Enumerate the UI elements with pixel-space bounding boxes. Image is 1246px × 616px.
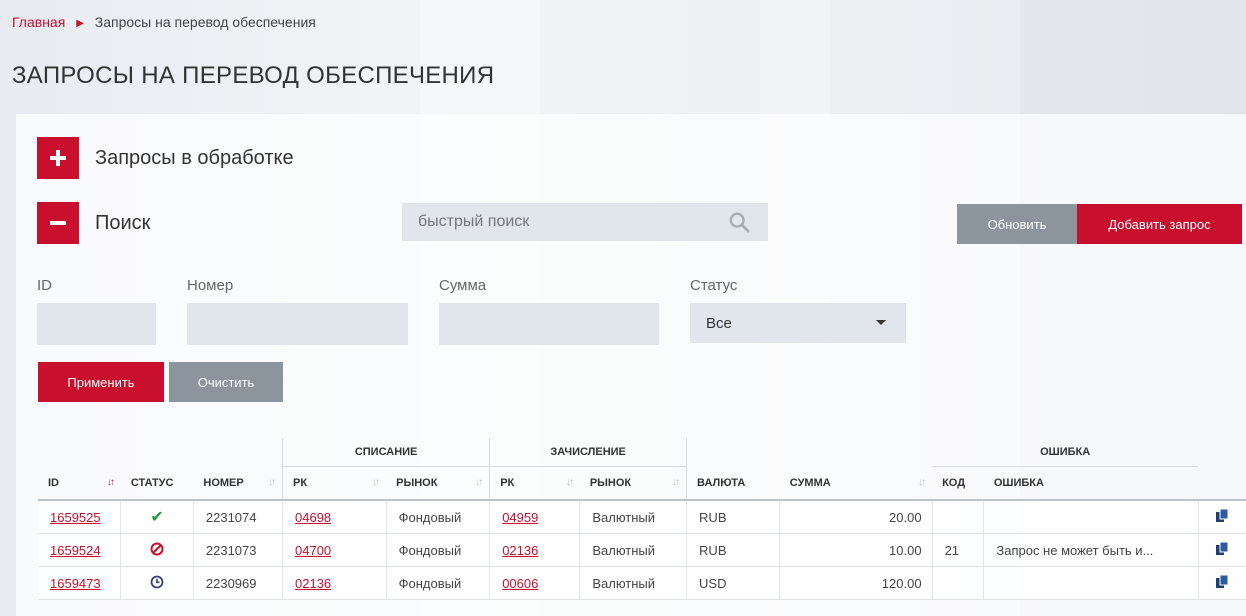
sort-icon[interactable]: ↓↑ (372, 477, 380, 488)
section-search: Поиск (37, 202, 150, 244)
clear-button[interactable]: Очистить (169, 362, 283, 402)
filter-sum-input[interactable] (439, 303, 659, 345)
currency: RUB (686, 533, 781, 567)
credit-rk-link[interactable]: 04959 (502, 510, 538, 525)
credit-rk-link[interactable]: 00606 (502, 576, 538, 591)
error-code: 21 (932, 533, 985, 567)
col-id[interactable]: ID ↓↑ (38, 466, 121, 501)
filter-number-label: Номер (187, 277, 234, 294)
col-credit-market[interactable]: РЫНОК ↓↑ (579, 466, 687, 501)
error-code (932, 500, 985, 534)
filter-number-input[interactable] (187, 303, 408, 345)
sort-icon[interactable]: ↓↑ (475, 477, 483, 488)
filter-id-label: ID (37, 277, 52, 294)
apply-button[interactable]: Применить (38, 362, 164, 402)
plus-icon (50, 150, 66, 166)
col-error-code: КОД (932, 466, 984, 501)
checkmark-icon: ✔ (150, 509, 164, 526)
breadcrumb-home-link[interactable]: Главная (12, 14, 65, 30)
refresh-button[interactable]: Обновить (957, 204, 1077, 244)
sort-icon[interactable]: ↓↑ (268, 477, 276, 488)
breadcrumb-current: Запросы на перевод обеспечения (94, 14, 316, 30)
table-row: 1659525 ✔ 2231074 04698 Фондовый 04959 В… (38, 500, 1246, 534)
request-id-link[interactable]: 1659524 (50, 543, 101, 558)
col-credit-rk[interactable]: РК ↓↑ (489, 466, 580, 501)
section-processing: Запросы в обработке (37, 137, 294, 179)
debit-rk-link[interactable]: 04700 (295, 543, 331, 558)
group-error: ОШИБКА (932, 438, 1199, 467)
section-search-label: Поиск (95, 211, 151, 234)
sort-icon[interactable]: ↓↑ (672, 477, 680, 488)
requests-table: СПИСАНИЕ ЗАЧИСЛЕНИЕ ОШИБКА ID ↓↑ СТАТУС Н… (38, 438, 1246, 600)
status-select[interactable]: Все (690, 303, 906, 343)
error-text (983, 500, 1199, 534)
sort-desc-icon[interactable]: ↓↑ (107, 477, 115, 488)
currency: RUB (686, 500, 781, 534)
group-debit: СПИСАНИЕ (282, 438, 490, 467)
error-text (983, 566, 1199, 600)
credit-market: Валютный (579, 566, 688, 600)
copy-icon[interactable] (1215, 541, 1229, 556)
credit-rk-link[interactable]: 02136 (502, 543, 538, 558)
col-number[interactable]: НОМЕР ↓↑ (193, 466, 283, 501)
page-title: ЗАПРОСЫ НА ПЕРЕВОД ОБЕСПЕЧЕНИЯ (12, 62, 495, 89)
debit-market: Фондовый (386, 500, 491, 534)
credit-market: Валютный (579, 500, 688, 534)
request-number: 2231074 (193, 500, 284, 534)
forbidden-icon (150, 542, 164, 559)
col-currency: ВАЛЮТА (686, 466, 780, 501)
sum: 120.00 (779, 566, 933, 600)
error-text: Запрос не может быть и... (983, 533, 1199, 567)
filter-status-label: Статус (690, 277, 738, 294)
minus-icon (50, 221, 66, 225)
debit-rk-link[interactable]: 02136 (295, 576, 331, 591)
breadcrumb: Главная ▶ Запросы на перевод обеспечения (12, 14, 316, 30)
col-debit-rk[interactable]: РК ↓↑ (282, 466, 387, 501)
currency: USD (686, 566, 781, 600)
quick-search (402, 203, 768, 241)
copy-icon[interactable] (1215, 574, 1229, 589)
request-number: 2231073 (193, 533, 284, 567)
quick-search-input[interactable] (402, 212, 720, 232)
filter-sum-label: Сумма (439, 277, 487, 294)
clock-icon (150, 575, 164, 592)
debit-market: Фондовый (386, 566, 491, 600)
error-code (932, 566, 985, 600)
sum: 10.00 (779, 533, 933, 567)
sum: 20.00 (779, 500, 933, 534)
copy-icon[interactable] (1215, 508, 1229, 523)
add-request-button[interactable]: Добавить запрос (1077, 204, 1242, 244)
status-select-value: Все (706, 314, 732, 332)
section-processing-label: Запросы в обработке (95, 146, 294, 169)
request-number: 2230969 (193, 566, 284, 600)
debit-rk-link[interactable]: 04698 (295, 510, 331, 525)
sort-icon[interactable]: ↓↑ (918, 477, 926, 488)
col-sum[interactable]: СУММА ↓↑ (779, 466, 933, 501)
table-row: 1659524 2231073 04700 Фондовый 02136 Вал… (38, 533, 1246, 567)
group-credit: ЗАЧИСЛЕНИЕ (489, 438, 687, 467)
breadcrumb-separator-icon: ▶ (76, 18, 84, 29)
chevron-down-icon (876, 320, 886, 325)
search-icon[interactable] (728, 211, 750, 233)
debit-market: Фондовый (386, 533, 491, 567)
col-debit-market[interactable]: РЫНОК ↓↑ (386, 466, 490, 501)
col-status: СТАТУС (120, 466, 194, 501)
table-row: 1659473 2230969 02136 Фондовый 00606 Вал… (38, 566, 1246, 600)
credit-market: Валютный (579, 533, 688, 567)
collapse-button[interactable] (37, 202, 79, 244)
request-id-link[interactable]: 1659473 (50, 576, 101, 591)
col-error-text: ОШИБКА (983, 466, 1199, 501)
filter-id-input[interactable] (37, 303, 156, 345)
expand-button[interactable] (37, 137, 79, 179)
sort-icon[interactable]: ↓↑ (566, 477, 574, 488)
request-id-link[interactable]: 1659525 (50, 510, 101, 525)
